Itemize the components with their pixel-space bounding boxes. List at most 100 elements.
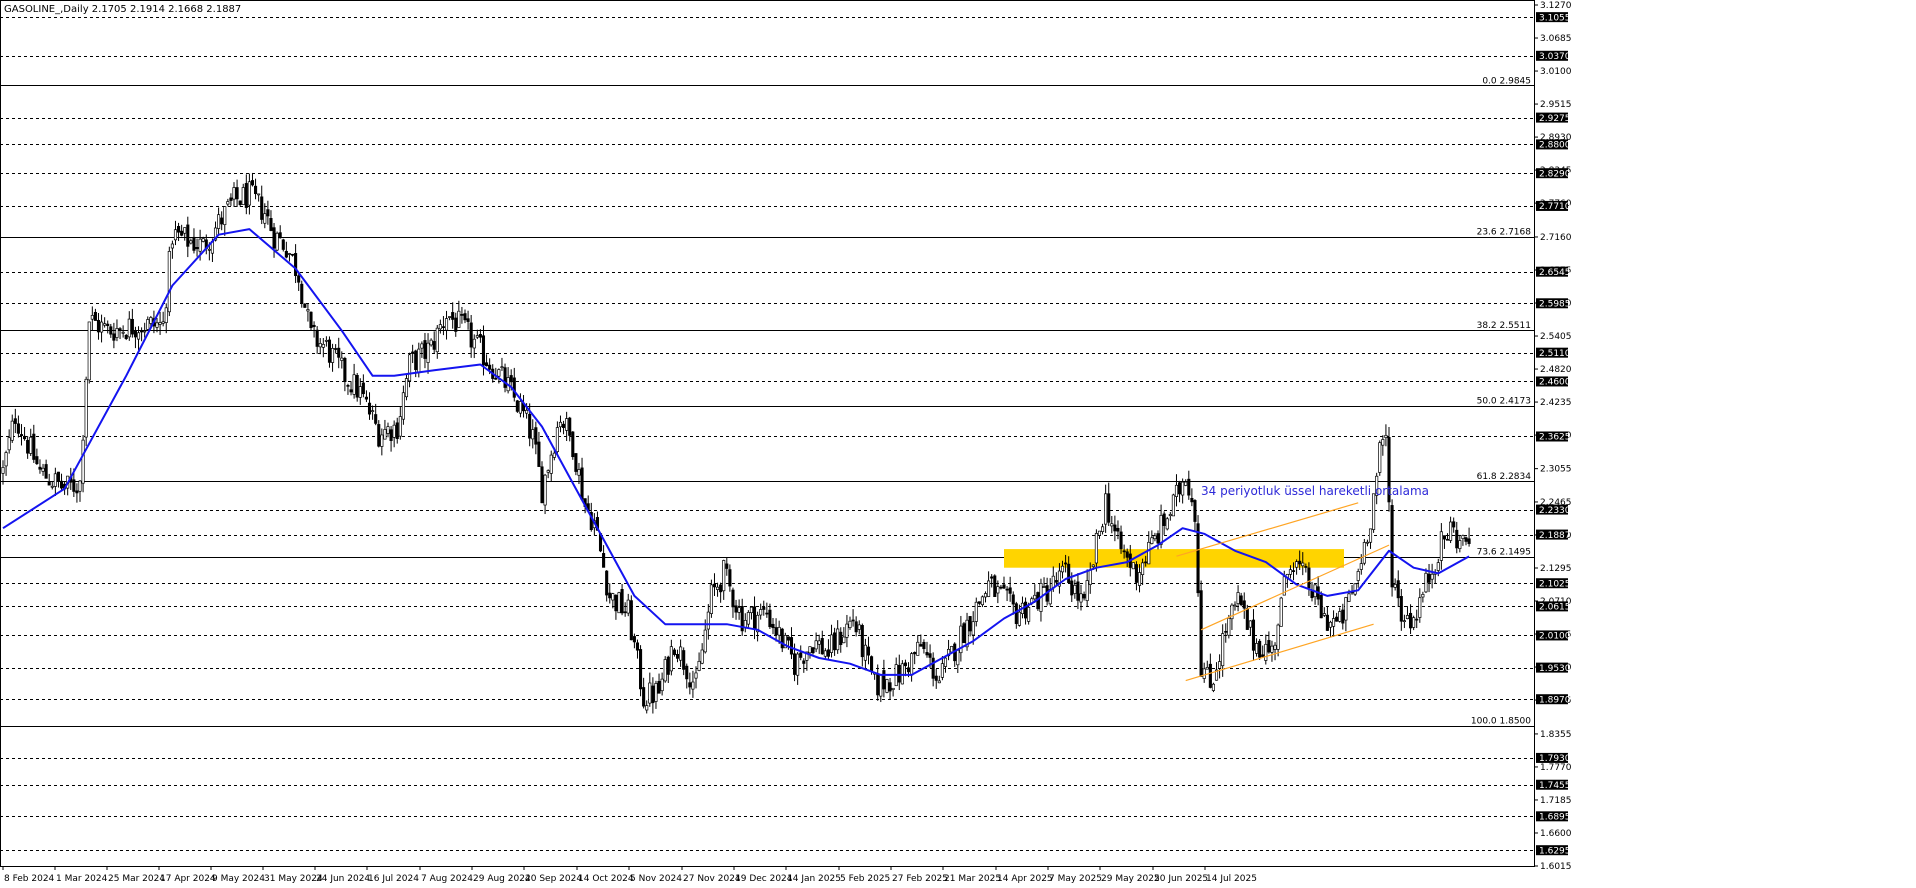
candle: [334, 344, 338, 354]
candle: [623, 602, 627, 617]
candle: [349, 381, 353, 396]
candle: [472, 334, 476, 359]
candle: [281, 238, 285, 252]
svg-text:1.8970: 1.8970: [1539, 695, 1571, 705]
candle: [130, 308, 134, 338]
candle: [250, 172, 255, 187]
candle: [451, 302, 455, 329]
candle: [136, 326, 141, 351]
candle: [943, 655, 948, 673]
candle: [956, 649, 960, 674]
candle: [1236, 585, 1240, 612]
supply-demand-zone: [1004, 549, 1344, 568]
candle: [1171, 493, 1175, 517]
candle: [183, 227, 187, 241]
candle: [894, 657, 898, 687]
candle: [620, 584, 624, 616]
candle: [1101, 523, 1105, 535]
candle: [919, 634, 923, 647]
candle: [796, 652, 800, 685]
candle: [32, 424, 36, 463]
candle: [1310, 581, 1314, 602]
candle: [290, 253, 295, 257]
candle: [555, 421, 559, 454]
level-price-tag: 3.0370: [1536, 50, 1571, 62]
candle: [700, 643, 704, 665]
candle: [395, 417, 399, 444]
candle: [494, 367, 498, 380]
candle: [1328, 620, 1333, 637]
candle: [1452, 517, 1456, 533]
candle: [1356, 568, 1360, 588]
candle: [426, 333, 430, 374]
candle: [1353, 582, 1357, 596]
candle: [383, 419, 387, 440]
candle: [352, 363, 356, 399]
y-tick-label: 2.9515: [1540, 100, 1572, 110]
candle: [1224, 623, 1228, 643]
candle: [392, 420, 396, 448]
candle: [666, 655, 670, 683]
candle: [660, 672, 664, 696]
candle: [56, 471, 60, 488]
candle: [1267, 631, 1271, 654]
level-price-tag: 1.6895: [1536, 811, 1571, 823]
candle: [241, 183, 245, 205]
y-tick-label: 1.8355: [1540, 730, 1572, 740]
candle: [1372, 493, 1376, 533]
candle: [355, 373, 359, 402]
candle: [922, 639, 926, 654]
candle: [1036, 591, 1040, 611]
x-tick-label: 24 Jun 2024: [316, 874, 370, 884]
candle: [1248, 620, 1252, 636]
level-price-tag: 2.0615: [1536, 601, 1571, 613]
candle: [337, 337, 341, 369]
candle: [1227, 614, 1231, 639]
candle: [466, 310, 470, 330]
candle: [1467, 527, 1471, 547]
candle: [866, 636, 871, 665]
candle: [549, 450, 553, 482]
candle: [441, 316, 445, 336]
svg-text:1.6295: 1.6295: [1539, 846, 1571, 856]
candle: [734, 599, 738, 620]
candle: [1187, 470, 1191, 500]
candle: [645, 700, 649, 714]
candle: [999, 584, 1003, 590]
candle: [651, 677, 655, 714]
x-tick-label: 8 Feb 2024: [4, 874, 55, 884]
candle: [602, 545, 606, 568]
candle: [10, 414, 14, 443]
candle: [629, 595, 633, 641]
candle: [768, 603, 772, 629]
candle: [836, 620, 840, 654]
candle: [540, 461, 544, 504]
candle: [851, 609, 855, 627]
candle: [1325, 607, 1329, 631]
candle: [374, 403, 378, 426]
candle: [469, 314, 473, 358]
ema-annotation: 34 periyotluk üssel hareketli ortalama: [1201, 484, 1429, 498]
candle: [1193, 499, 1197, 532]
y-tick-label: 2.7160: [1540, 233, 1572, 243]
candle: [839, 627, 843, 653]
candle: [953, 642, 957, 667]
candle: [833, 627, 837, 656]
candle: [1113, 515, 1117, 542]
candle: [568, 416, 572, 442]
candle: [980, 595, 984, 608]
candle: [420, 341, 424, 358]
y-tick-label: 1.6600: [1540, 829, 1572, 839]
candle: [103, 317, 107, 328]
candle: [1002, 576, 1006, 590]
y-tick-label: 1.6015: [1540, 862, 1572, 872]
candle: [1433, 569, 1437, 585]
price-chart[interactable]: 34 periyotluk üssel hareketli ortalama G…: [0, 0, 1916, 888]
candle: [327, 336, 332, 368]
candle: [697, 652, 701, 672]
candle: [1390, 499, 1394, 597]
x-tick-label: 14 Jul 2025: [1206, 874, 1257, 884]
candle: [1024, 597, 1028, 625]
candle: [1449, 516, 1453, 544]
candle: [235, 179, 239, 208]
